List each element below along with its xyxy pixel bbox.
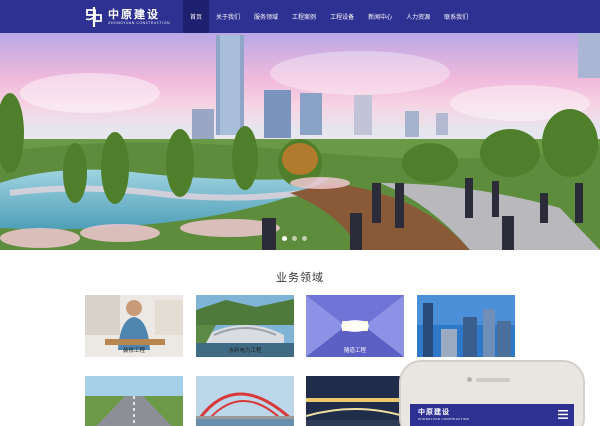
service-card[interactable]: 水利电力工程 — [196, 295, 294, 357]
logo-name-en: ZHONGYUAN CONSTRUCTION — [108, 20, 171, 25]
service-card[interactable] — [306, 376, 404, 426]
slider-dot[interactable] — [292, 236, 297, 241]
nav-news[interactable]: 新闻中心 — [361, 0, 399, 33]
hamburger-icon[interactable] — [558, 410, 568, 419]
hero-banner-image — [0, 33, 600, 250]
site-header: 中原建设 ZHONGYUAN CONSTRUCTION 首页 关于我们 服务领域… — [0, 0, 600, 33]
nav-services[interactable]: 服务领域 — [247, 0, 285, 33]
nav-equipment[interactable]: 工程设备 — [323, 0, 361, 33]
night-road-photo — [306, 376, 404, 426]
zhongyuan-logo-icon — [85, 6, 102, 27]
main-nav: 首页 关于我们 服务领域 工程案例 工程设备 新闻中心 人力资源 联系我们 — [183, 0, 475, 33]
service-card[interactable] — [417, 295, 515, 357]
highway-photo — [85, 376, 183, 426]
logo-name-cn: 中原建设 — [108, 7, 160, 21]
phone-camera — [467, 377, 472, 382]
service-card[interactable] — [85, 376, 183, 426]
nav-about[interactable]: 关于我们 — [209, 0, 247, 33]
section-title: 业务领域 — [276, 271, 324, 284]
phone-screen: 中原建设 ZHONGYUAN CONSTRUCTION — [410, 404, 574, 426]
nav-contact[interactable]: 联系我们 — [437, 0, 475, 33]
site-logo[interactable]: 中原建设 ZHONGYUAN CONSTRUCTION — [84, 3, 170, 30]
service-card[interactable]: 隧道工程 — [306, 295, 404, 357]
service-card[interactable]: 装修工程 — [85, 295, 183, 357]
phone-speaker — [476, 378, 510, 382]
bridge-photo — [196, 376, 294, 426]
slider-dot[interactable] — [282, 236, 287, 241]
slider-dots — [282, 236, 307, 241]
mobile-header: 中原建设 ZHONGYUAN CONSTRUCTION — [410, 404, 574, 426]
nav-home[interactable]: 首页 — [183, 0, 210, 33]
mobile-logo-cn: 中原建设 — [418, 407, 450, 416]
slider-dot[interactable] — [302, 236, 307, 241]
service-card[interactable] — [196, 376, 294, 426]
nav-hr[interactable]: 人力资源 — [399, 0, 437, 33]
logo-text: 中原建设 ZHONGYUAN CONSTRUCTION — [108, 8, 170, 26]
mobile-phone-mockup: 中原建设 ZHONGYUAN CONSTRUCTION — [399, 360, 585, 426]
nav-cases[interactable]: 工程案例 — [285, 0, 323, 33]
service-card-label: 水利电力工程 — [228, 348, 262, 354]
hero-banner[interactable] — [0, 33, 600, 250]
mobile-logo-en: ZHONGYUAN CONSTRUCTION — [418, 417, 470, 421]
city-photo — [417, 295, 515, 357]
service-card-label: 装修工程 — [122, 348, 145, 354]
service-card-label: 隧道工程 — [343, 348, 366, 354]
